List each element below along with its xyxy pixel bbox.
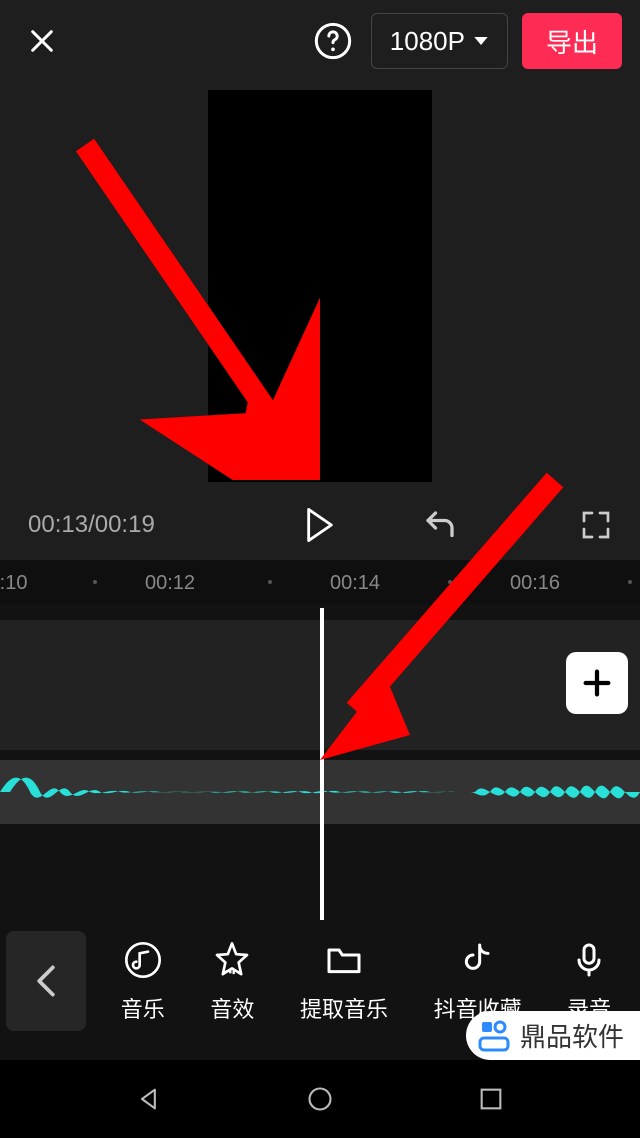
fullscreen-icon: [580, 509, 612, 541]
watermark-logo-icon: [476, 1018, 512, 1054]
tool-sfx[interactable]: 音效: [200, 934, 264, 1028]
play-controls-bar: 00:13/00:19: [0, 490, 640, 560]
chevron-down-icon: [473, 33, 489, 49]
resolution-dropdown[interactable]: 1080P: [371, 13, 508, 69]
redo-button[interactable]: [498, 505, 538, 545]
nav-recent-button[interactable]: [469, 1077, 513, 1121]
help-button[interactable]: [309, 17, 357, 65]
nav-back-button[interactable]: [127, 1077, 171, 1121]
export-button[interactable]: 导出: [522, 13, 622, 69]
timeline-area[interactable]: 0:10 00:12 00:14 00:16: [0, 560, 640, 920]
fullscreen-button[interactable]: [576, 505, 616, 545]
help-icon: [313, 21, 353, 61]
tool-back-button[interactable]: [6, 931, 86, 1031]
nav-home-button[interactable]: [298, 1077, 342, 1121]
tool-music[interactable]: 音乐: [111, 934, 175, 1028]
video-editor-app: 1080P 导出 00:13/00:19: [0, 0, 640, 1138]
ruler-tick: 00:14: [330, 572, 380, 595]
ruler-tick: 0:10: [0, 572, 27, 595]
undo-button[interactable]: [420, 505, 460, 545]
video-frame: [208, 90, 432, 482]
close-icon: [26, 25, 58, 57]
redo-icon: [500, 507, 536, 543]
plus-icon: [580, 666, 614, 700]
douyin-icon: [458, 940, 498, 980]
chevron-left-icon: [35, 964, 57, 998]
timeline-playhead[interactable]: [320, 608, 324, 920]
square-recent-icon: [477, 1085, 505, 1113]
time-ruler[interactable]: 0:10 00:12 00:14 00:16: [0, 560, 640, 604]
tool-label: 音效: [210, 992, 254, 1024]
android-nav-bar: [0, 1060, 640, 1138]
ruler-tick: 00:12: [145, 572, 195, 595]
watermark-text: 鼎品软件: [520, 1017, 624, 1054]
time-display: 00:13/00:19: [28, 511, 155, 539]
play-icon: [305, 508, 335, 542]
header-bar: 1080P 导出: [0, 0, 640, 82]
triangle-back-icon: [135, 1085, 163, 1113]
star-icon: [212, 940, 252, 980]
microphone-icon: [569, 940, 609, 980]
ruler-tick: 00:16: [510, 572, 560, 595]
undo-icon: [422, 507, 458, 543]
video-preview-area[interactable]: [0, 82, 640, 490]
music-icon: [123, 940, 163, 980]
tool-extract-music[interactable]: 提取音乐: [290, 934, 398, 1028]
close-button[interactable]: [18, 17, 66, 65]
play-button[interactable]: [296, 501, 344, 549]
circle-home-icon: [306, 1085, 334, 1113]
watermark-badge: 鼎品软件: [466, 1011, 640, 1060]
folder-icon: [324, 940, 364, 980]
export-label: 导出: [546, 23, 598, 60]
resolution-label: 1080P: [390, 26, 465, 57]
add-clip-button[interactable]: [566, 652, 628, 714]
tool-label: 音乐: [121, 992, 165, 1024]
tool-label: 提取音乐: [300, 992, 388, 1024]
